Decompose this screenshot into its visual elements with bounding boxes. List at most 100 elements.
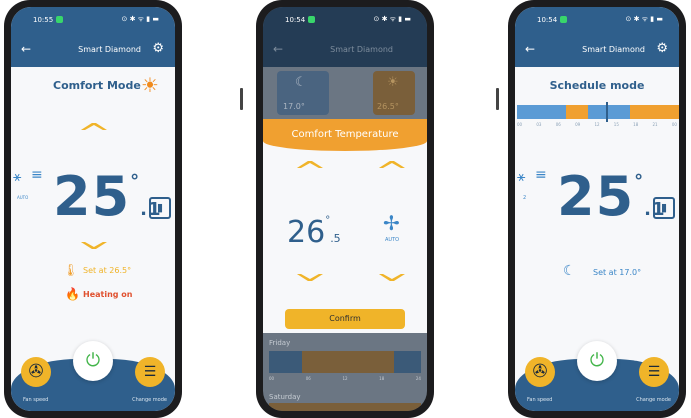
status-icons: ⊙ ✱ ᯤ ▮ ▬ [373,15,412,23]
moon-icon: ☾ [563,263,576,279]
tick-label: 03 [536,122,542,127]
gear-icon[interactable]: ⚙ [152,41,164,56]
tick-label: 12 [594,122,600,127]
phone-comfort-temperature-dialog: 10:54 ⊙ ✱ ᯤ ▮ ▬ ← Smart Diamond ☾ 17.0° … [256,0,434,418]
device-title: Smart Diamond [78,45,141,54]
fan-icon: ⚹ [517,169,526,185]
schedule-day-label: Friday [269,339,291,347]
fan-label: 2 [523,195,527,201]
screen: 10:54 ⊙ ✱ ᯤ ▮ ▬ ← Smart Diamond ⚙ Schedu… [515,7,679,411]
status-icons: ⊙ ✱ ᯤ ▮ ▬ [625,15,664,23]
tick-label: 06 [305,376,311,381]
temp-integer: 26 [287,215,326,250]
phone-comfort-mode: 10:55 ⊙ ✱ ᯤ ▮ ▬ ← Smart Diamond ⚙ Comfor… [4,0,182,418]
side-button [496,88,499,110]
temp-down-chevron-icon[interactable]: ^ [76,223,111,253]
back-arrow-icon[interactable]: ← [525,42,535,56]
set-temperature-text: Set at 26.5° [83,266,132,275]
status-time: 10:54 [285,16,306,24]
change-mode-label: Change mode [636,397,671,403]
change-mode-button[interactable]: ☰ [639,357,669,387]
stats-chart-icon[interactable]: ▮ [149,197,171,219]
tick-label: 12 [342,376,348,381]
fan-speed-button[interactable]: ✇ [21,357,51,387]
device-title: Smart Diamond [582,45,645,54]
night-preset-card[interactable]: ☾ 17.0° [277,71,329,115]
app-header: ← Smart Diamond ⚙ [11,33,175,67]
tick-label: 18 [633,122,639,127]
schedule-segment [565,105,589,119]
temp-down-chevron-icon[interactable]: ^ [292,255,327,285]
change-mode-label: Change mode [132,397,167,403]
fan-speed-label: Fan speed [527,397,553,403]
degree-symbol: ° [325,215,331,226]
current-temperature: 25°.1 [557,165,666,228]
comfort-preset-card[interactable]: ☀ 26.5° [373,71,415,115]
dialog-header: Comfort Temperature [263,119,427,151]
comfort-temperature-dialog: Comfort Temperature ^ ^ 26° .5 ✢ AUTO ^ ^… [263,119,427,333]
change-mode-button[interactable]: ☰ [135,357,165,387]
status-indicator [56,16,63,23]
temp-integer: 25 [53,165,131,228]
schedule-bar [269,351,421,373]
sun-icon: ☀ [141,73,159,97]
device-title: Smart Diamond [330,45,393,54]
moon-icon: ☾ [295,75,307,90]
fan-level-bars-icon: ≡ [535,167,547,183]
tick-label: 24 [415,376,421,381]
app-header: ← Smart Diamond [263,33,427,67]
back-arrow-icon[interactable]: ← [21,42,31,56]
fan-down-chevron-icon[interactable]: ^ [374,255,409,285]
schedule-tick-labels: 00 06 12 18 24 [269,376,421,381]
gear-icon[interactable]: ⚙ [656,41,668,56]
status-bar: 10:55 ⊙ ✱ ᯤ ▮ ▬ [11,7,175,33]
mode-title: Comfort Mode [53,79,141,92]
status-bar: 10:54 ⊙ ✱ ᯤ ▮ ▬ [263,7,427,33]
power-button[interactable]: ⏻ [577,341,617,381]
tick-label: 09 [575,122,581,127]
fan-icon: ⚹ [13,169,22,185]
phone-schedule-mode: 10:54 ⊙ ✱ ᯤ ▮ ▬ ← Smart Diamond ⚙ Schedu… [508,0,686,418]
screen: 10:54 ⊙ ✱ ᯤ ▮ ▬ ← Smart Diamond ☾ 17.0° … [263,7,427,411]
schedule-day-label: Saturday [269,393,301,401]
temp-up-chevron-icon[interactable]: ^ [76,121,111,147]
tick-label: 06 [555,122,561,127]
timeline-tick-labels: 00 03 06 09 12 15 18 21 00 [517,122,677,127]
confirm-button[interactable]: Confirm [285,309,405,329]
fan-speed-label: Fan speed [23,397,49,403]
status-time: 10:55 [33,16,54,24]
fan-auto-label: AUTO [385,237,400,243]
tick-label: 21 [652,122,658,127]
app-header: ← Smart Diamond ⚙ [515,33,679,67]
status-indicator [560,16,567,23]
fan-label: AUTO [17,195,29,200]
stats-chart-icon[interactable]: ▮ [653,197,675,219]
set-temperature: 26° .5 [287,215,341,250]
set-temperature-text: Set at 17.0° [593,268,642,277]
schedule-segment [302,351,394,373]
comfort-temp-label: 26.5° [377,102,399,111]
temp-decimal: .5 [330,232,341,245]
fan-icon: ✢ [383,211,400,235]
mode-title: Schedule mode [549,79,645,92]
fan-level-bars-icon: ≡ [31,167,43,183]
tick-label: 15 [613,122,619,127]
back-arrow-icon[interactable]: ← [273,42,283,56]
screen: 10:55 ⊙ ✱ ᯤ ▮ ▬ ← Smart Diamond ⚙ Comfor… [11,7,175,411]
schedule-segment [630,105,679,119]
degree-symbol: ° [130,171,141,192]
side-button [240,88,243,110]
degree-symbol: ° [634,171,645,192]
fan-up-chevron-icon[interactable]: ^ [374,159,409,185]
flame-icon: 🔥 [65,287,80,301]
power-button[interactable]: ⏻ [73,341,113,381]
heating-status-text: Heating on [83,290,133,299]
schedule-timeline[interactable] [517,102,679,122]
fan-speed-button[interactable]: ✇ [525,357,555,387]
current-temperature: 25°.1 [53,165,162,228]
status-bar: 10:54 ⊙ ✱ ᯤ ▮ ▬ [515,7,679,33]
tick-label: 18 [379,376,385,381]
temp-up-chevron-icon[interactable]: ^ [292,159,327,185]
current-time-marker [606,102,609,122]
tick-label: 00 [517,122,523,127]
